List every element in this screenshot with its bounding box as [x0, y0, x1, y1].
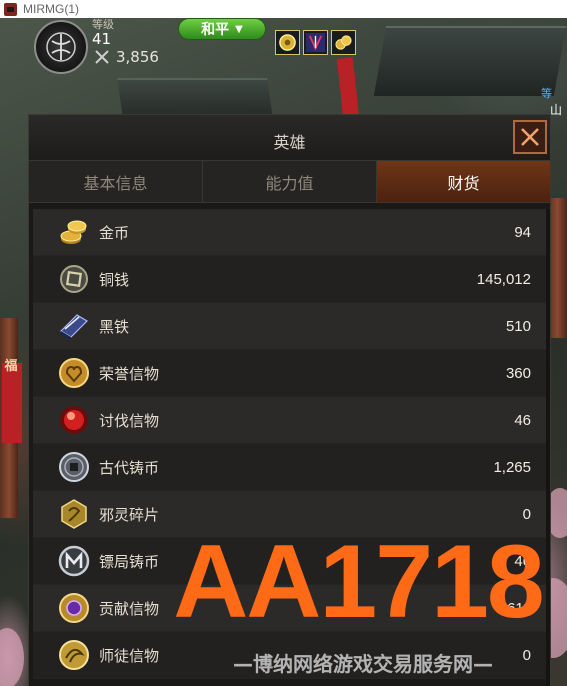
list-item: 师徒信物 0 [33, 632, 547, 679]
panel-tabs: 基本信息 能力值 财货 [29, 161, 550, 203]
list-item: 讨伐信物 46 [33, 397, 547, 444]
tab-basic-info[interactable]: 基本信息 [29, 161, 203, 202]
combat-power-value: 3,856 [116, 48, 159, 66]
currency-name: 黑铁 [99, 317, 130, 336]
side-banner-text: 福 [4, 359, 18, 374]
currency-value: 46 [514, 552, 531, 570]
character-avatar[interactable] [34, 20, 88, 74]
window-title: MIRMG(1) [23, 2, 79, 16]
level-value: 41 [92, 30, 112, 48]
tab-abilities[interactable]: 能力值 [203, 161, 377, 202]
mirmg-app-icon [4, 2, 17, 16]
list-scrollbar[interactable] [546, 209, 550, 686]
list-item: 金币 94 [33, 209, 547, 256]
list-item: 贡献信物 611 [33, 585, 547, 632]
currency-value: 0 [522, 646, 531, 664]
list-item: 镖局铸币 46 [33, 538, 547, 585]
pk-mode-label: 和平 [201, 22, 230, 38]
currency-name: 贡献信物 [99, 599, 160, 618]
currency-value: 0 [522, 505, 531, 523]
crossed-swords-icon [95, 50, 109, 64]
currency-name: 师徒信物 [99, 646, 160, 665]
gold-coins-icon[interactable] [331, 30, 356, 55]
coin-aura-icon[interactable] [275, 30, 300, 55]
list-item: 荣誉信物 360 [33, 350, 547, 397]
list-item: 铜钱 145,012 [33, 256, 547, 303]
currency-value: 1,265 [493, 458, 531, 476]
honor-token-icon [57, 356, 91, 390]
red-banner [2, 363, 22, 443]
list-item: 邪灵碎片 0 [33, 491, 547, 538]
currency-list: 金币 94 铜钱 145,012 黑铁 510 荣誉信物 360 讨伐信物 46… [33, 209, 547, 679]
list-item: 黑铁 510 [33, 303, 547, 350]
currency-value: 611 [507, 599, 531, 617]
currency-name: 讨伐信物 [99, 411, 160, 430]
temple-roof [373, 26, 567, 96]
currency-value: 145,012 [476, 270, 531, 288]
copper-coin-icon [57, 262, 91, 296]
list-item: 古代铸币 1,265 [33, 444, 547, 491]
currency-value: 360 [505, 364, 531, 382]
pk-mode-dropdown[interactable]: 和平 ▼ [178, 18, 266, 40]
currency-name: 铜钱 [99, 270, 130, 289]
currency-name: 镖局铸币 [99, 552, 160, 571]
currency-name: 古代铸币 [99, 458, 160, 477]
close-button[interactable] [513, 120, 547, 154]
window-title-bar: MIRMG(1) [0, 0, 567, 18]
mentor-token-icon [57, 638, 91, 672]
buff-bar [275, 30, 356, 55]
gold-coins-icon [57, 215, 91, 249]
currency-value: 510 [505, 317, 531, 335]
red-banner [336, 57, 360, 119]
combat-power: 3,856 [94, 48, 159, 66]
class-emblem-icon [46, 32, 76, 62]
currency-name: 荣誉信物 [99, 364, 160, 383]
npc-name-tag: 山 [550, 103, 563, 117]
npc-name-tag: 等 [541, 87, 552, 100]
subjugation-token-icon [57, 403, 91, 437]
currency-value: 46 [514, 411, 531, 429]
close-x-icon [521, 128, 539, 146]
black-iron-icon [57, 309, 91, 343]
evil-spirit-shard-icon [57, 497, 91, 531]
currency-name: 金币 [99, 223, 130, 242]
sword-buff-icon[interactable] [303, 30, 328, 55]
panel-header: 英雄 [29, 115, 550, 161]
escort-coin-icon [57, 544, 91, 578]
caret-down-icon: ▼ [235, 23, 243, 35]
tab-wealth[interactable]: 财货 [377, 161, 550, 202]
temple-roof [117, 78, 273, 118]
cherry-blossom [0, 628, 24, 686]
currency-name: 邪灵碎片 [99, 505, 160, 524]
currency-value: 94 [514, 223, 531, 241]
ancient-coin-icon [57, 450, 91, 484]
hero-panel: 英雄 基本信息 能力值 财货 金币 94 铜钱 145,012 黑铁 510 荣… [28, 114, 551, 686]
contribution-token-icon [57, 591, 91, 625]
panel-title: 英雄 [273, 133, 306, 152]
